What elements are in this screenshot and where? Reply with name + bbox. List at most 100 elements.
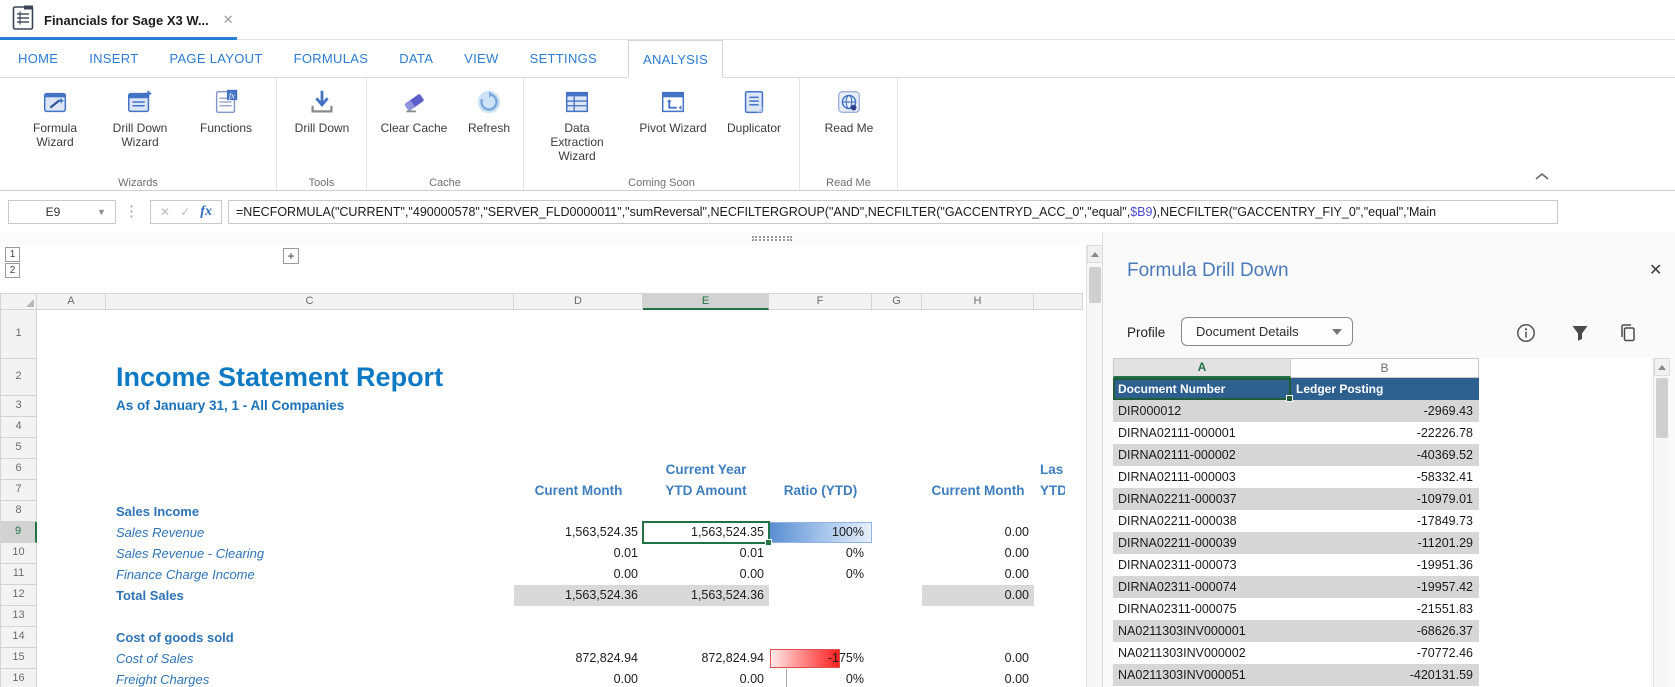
outline-level-2-button[interactable]: 2: [5, 263, 20, 278]
ledger-posting-cell[interactable]: -19957.42: [1291, 576, 1479, 598]
read-me-button[interactable]: Read Me: [818, 86, 880, 135]
label-sales-revenue-clearing[interactable]: Sales Revenue - Clearing: [116, 543, 264, 564]
cell-h9[interactable]: 0.00: [922, 522, 1034, 543]
row-header-11[interactable]: 11: [0, 564, 37, 585]
table-header-ledger-posting[interactable]: Ledger Posting: [1291, 378, 1479, 400]
table-row[interactable]: DIRNA02111-000001-22226.78: [1113, 422, 1479, 444]
copy-icon[interactable]: [1617, 322, 1639, 344]
cell-f11[interactable]: 0%: [769, 564, 869, 585]
document-number-cell[interactable]: DIRNA02111-000002: [1113, 444, 1291, 466]
cell-d11[interactable]: 0.00: [514, 564, 643, 585]
table-row[interactable]: DIRNA02211-000038-17849.73: [1113, 510, 1479, 532]
header-ytd-partial[interactable]: YTD: [1040, 480, 1065, 501]
document-number-cell[interactable]: NA0211303INV000002: [1113, 642, 1291, 664]
report-title[interactable]: Income Statement Report: [116, 362, 443, 393]
tab-page-layout[interactable]: PAGE LAYOUT: [169, 40, 262, 77]
cell-h16[interactable]: 0.00: [922, 669, 1034, 687]
header-curent-month[interactable]: Curent Month: [514, 480, 643, 501]
ledger-posting-cell[interactable]: -22226.78: [1291, 422, 1479, 444]
tab-insert[interactable]: INSERT: [89, 40, 138, 77]
tab-view[interactable]: VIEW: [464, 40, 498, 77]
document-number-cell[interactable]: DIRNA02311-000074: [1113, 576, 1291, 598]
document-number-cell[interactable]: NA0211303INV000001: [1113, 620, 1291, 642]
document-tab[interactable]: Financials for Sage X3 W... ✕: [0, 0, 237, 40]
row-header-5[interactable]: 5: [0, 438, 37, 459]
column-header-a[interactable]: A: [37, 293, 106, 310]
row-header-1[interactable]: 1: [0, 310, 37, 359]
ledger-posting-cell[interactable]: -19951.36: [1291, 554, 1479, 576]
ledger-posting-cell[interactable]: -2969.43: [1291, 400, 1479, 422]
splitter-handle-icon[interactable]: [752, 236, 792, 241]
label-total-sales[interactable]: Total Sales: [116, 585, 184, 606]
cancel-icon[interactable]: ✕: [160, 205, 170, 219]
table-row[interactable]: DIRNA02311-000073-19951.36: [1113, 554, 1479, 576]
drill-down-button[interactable]: Drill Down: [286, 86, 358, 135]
table-row[interactable]: DIR000012-2969.43: [1113, 400, 1479, 422]
document-number-cell[interactable]: DIR000012: [1113, 400, 1291, 422]
header-current-month[interactable]: Current Month: [922, 480, 1034, 501]
row-header-7[interactable]: 7: [0, 480, 37, 501]
select-all-corner[interactable]: [0, 293, 37, 310]
outline-expand-button[interactable]: +: [283, 248, 299, 264]
tab-formulas[interactable]: FORMULAS: [294, 40, 369, 77]
label-sales-income[interactable]: Sales Income: [116, 501, 199, 522]
table-header-document-number[interactable]: Document Number: [1113, 378, 1291, 400]
cell-h10[interactable]: 0.00: [922, 543, 1034, 564]
row-header-6[interactable]: 6: [0, 459, 37, 480]
data-extraction-wizard-button[interactable]: Data Extraction Wizard: [540, 86, 614, 163]
cell-e11[interactable]: 0.00: [643, 564, 769, 585]
name-box-chevron-down-icon[interactable]: ▼: [97, 207, 115, 217]
filter-icon[interactable]: [1569, 322, 1591, 344]
drill-down-table[interactable]: A B Document Number Ledger Posting DIR00…: [1113, 358, 1651, 687]
table-row[interactable]: NA0211303INV000001-68626.37: [1113, 620, 1479, 642]
cell-e10[interactable]: 0.01: [643, 543, 769, 564]
column-header-e-selected[interactable]: E: [643, 293, 769, 310]
ledger-posting-cell[interactable]: -21551.83: [1291, 598, 1479, 620]
ledger-posting-cell[interactable]: -420131.59: [1291, 664, 1479, 686]
column-header-c[interactable]: C: [106, 293, 514, 310]
collapse-ribbon-icon[interactable]: [1534, 168, 1550, 186]
cell-f10[interactable]: 0%: [769, 543, 869, 564]
label-freight-charges[interactable]: Freight Charges: [116, 669, 209, 687]
row-header-15[interactable]: 15: [0, 648, 37, 669]
tab-analysis[interactable]: ANALYSIS: [628, 40, 723, 78]
panel-close-icon[interactable]: ✕: [1649, 260, 1662, 280]
table-row[interactable]: DIRNA02311-000075-21551.83: [1113, 598, 1479, 620]
clear-cache-button[interactable]: Clear Cache: [375, 86, 453, 135]
formula-input[interactable]: =NECFORMULA("CURRENT","490000578","SERVE…: [228, 200, 1558, 224]
ledger-posting-cell[interactable]: -11201.29: [1291, 532, 1479, 554]
cell-e15[interactable]: 872,824.94: [643, 648, 769, 669]
cell-e16[interactable]: 0.00: [643, 669, 769, 687]
formula-bar-options-icon[interactable]: ⋮: [124, 201, 136, 223]
ledger-posting-cell[interactable]: -58332.41: [1291, 466, 1479, 488]
column-header-g[interactable]: G: [872, 293, 922, 310]
row-header-14[interactable]: 14: [0, 627, 37, 648]
table-row[interactable]: DIRNA02211-000037-10979.01: [1113, 488, 1479, 510]
cell-f15[interactable]: -175%: [769, 648, 869, 669]
insert-function-icon[interactable]: fx: [200, 204, 212, 220]
row-header-3[interactable]: 3: [0, 396, 37, 417]
document-number-cell[interactable]: DIRNA02111-000003: [1113, 466, 1291, 488]
column-header-h[interactable]: H: [922, 293, 1034, 310]
cell-f16[interactable]: 0%: [769, 669, 869, 687]
table-row[interactable]: DIRNA02311-000074-19957.42: [1113, 576, 1479, 598]
document-number-cell[interactable]: NA0211303INV000051: [1113, 664, 1291, 686]
table-row[interactable]: DIRNA02211-000039-11201.29: [1113, 532, 1479, 554]
column-header-f[interactable]: F: [769, 293, 872, 310]
row-header-2[interactable]: 2: [0, 359, 37, 396]
header-current-year[interactable]: Current Year: [643, 459, 769, 480]
duplicator-button[interactable]: Duplicator: [714, 86, 794, 135]
profile-dropdown[interactable]: Document Details: [1181, 317, 1353, 346]
report-subtitle[interactable]: As of January 31, 1 - All Companies: [116, 398, 344, 413]
cell-d12[interactable]: 1,563,524.36: [514, 585, 643, 606]
row-header-8[interactable]: 8: [0, 501, 37, 522]
document-number-cell[interactable]: DIRNA02211-000039: [1113, 532, 1291, 554]
row-header-13[interactable]: 13: [0, 606, 37, 627]
label-sales-revenue[interactable]: Sales Revenue: [116, 522, 204, 543]
row-header-16[interactable]: 16: [0, 669, 37, 687]
tab-settings[interactable]: SETTINGS: [530, 40, 597, 77]
tab-home[interactable]: HOME: [18, 40, 58, 77]
cell-e9-active[interactable]: 1,563,524.35: [643, 522, 769, 543]
document-number-cell[interactable]: DIRNA02211-000037: [1113, 488, 1291, 510]
header-ytd-amount[interactable]: YTD Amount: [643, 480, 769, 501]
